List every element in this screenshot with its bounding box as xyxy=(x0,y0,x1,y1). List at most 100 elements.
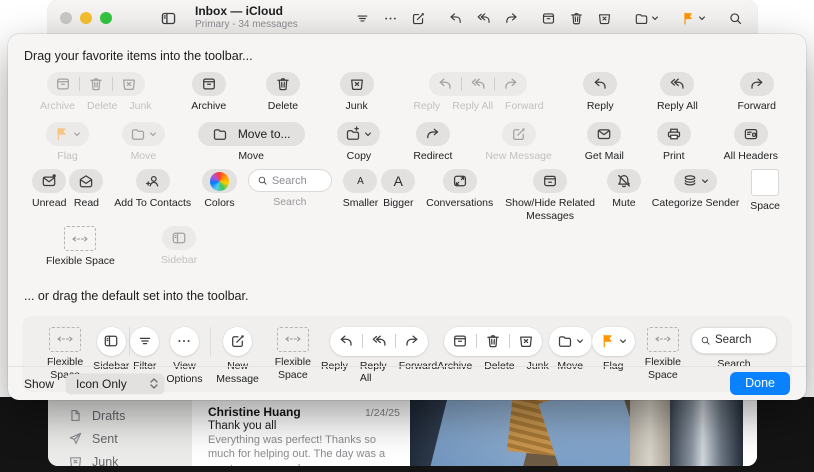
item-label: Junk xyxy=(129,100,151,112)
reply-icon xyxy=(437,76,453,92)
plane-icon xyxy=(68,431,83,446)
sidebar-item-sent[interactable]: Sent xyxy=(48,427,192,450)
folder-icon xyxy=(130,126,146,142)
search-field[interactable]: Search xyxy=(691,327,777,354)
toolbar-item-item[interactable]: ReplyReply AllForward xyxy=(413,72,543,112)
chevron-down-icon xyxy=(619,337,627,345)
reply-all-button[interactable] xyxy=(476,11,491,26)
screenshot-root: Inbox — iCloud Primary - 34 messages Dra… xyxy=(0,0,814,472)
reply-all-icon xyxy=(470,76,486,92)
toolbar-item-search[interactable]: SearchSearch xyxy=(691,327,777,371)
palette-row: UnreadRead Add To Contacts Colors SearchSea… xyxy=(32,169,780,222)
item-pill xyxy=(740,72,774,96)
archive-icon xyxy=(201,76,217,92)
item-pill: A xyxy=(381,169,415,193)
message-preview: Everything was perfect! Thanks so much f… xyxy=(208,433,400,466)
folder-button[interactable] xyxy=(634,11,659,26)
item-pill xyxy=(549,327,592,356)
chevron-down-icon xyxy=(701,177,709,185)
toolbar-item-conversations[interactable]: Conversations xyxy=(426,169,493,210)
item-pill-group xyxy=(429,72,527,96)
toolbar-item-archive[interactable]: Archive xyxy=(191,72,226,113)
toolbar-item-get-mail[interactable]: Get Mail xyxy=(585,122,624,163)
archive-icon xyxy=(452,333,468,349)
item-pill: A xyxy=(343,169,377,193)
archive-button[interactable] xyxy=(541,11,556,26)
search-placeholder: Search xyxy=(715,334,751,346)
item-pill xyxy=(443,169,477,193)
photo-attachment[interactable] xyxy=(410,397,743,466)
show-dropdown[interactable]: Icon Only xyxy=(66,374,164,394)
search-icon xyxy=(700,335,711,346)
unread-icon xyxy=(41,173,57,189)
pill-separator xyxy=(476,334,477,348)
reply-all-icon xyxy=(371,333,387,349)
toolbar-item-read[interactable]: Read xyxy=(69,169,103,210)
toolbar-item-add-to-contacts[interactable]: Add To Contacts xyxy=(114,169,191,210)
more-button[interactable] xyxy=(383,11,398,26)
toolbar-item-flag[interactable]: Flag xyxy=(46,122,89,163)
item-pill-group xyxy=(330,327,428,356)
minimize-button[interactable] xyxy=(80,12,92,24)
flexible-space-box xyxy=(64,226,96,251)
toolbar-item-flexible-space[interactable]: Flexible Space xyxy=(46,226,115,268)
toolbar-item-move[interactable]: Move xyxy=(122,122,165,163)
compose-button[interactable] xyxy=(411,11,426,26)
sidebar-toggle-button[interactable] xyxy=(160,10,177,27)
toolbar-item-redirect[interactable]: Redirect xyxy=(413,122,452,163)
toolbar-item-delete[interactable]: Delete xyxy=(266,72,300,113)
customize-toolbar-sheet: Drag your favorite items into the toolba… xyxy=(8,34,806,400)
toolbar-item-copy[interactable]: Copy xyxy=(337,122,380,163)
toolbar-item-move[interactable]: Move to... Move xyxy=(198,122,305,163)
toolbar-item-search[interactable]: SearchSearch xyxy=(248,169,332,209)
item-pill xyxy=(192,72,226,96)
zoom-button[interactable] xyxy=(100,12,112,24)
flexible-space-box xyxy=(647,327,679,352)
item-pill xyxy=(660,72,694,96)
flag-icon xyxy=(600,333,616,349)
move-to-text: Move to... xyxy=(238,127,291,141)
toolbar-item-sidebar[interactable]: Sidebar xyxy=(161,226,197,267)
mute-icon xyxy=(616,173,632,189)
item-label: New Message xyxy=(485,150,552,163)
toolbar-item-reply-all[interactable]: Reply All xyxy=(657,72,698,113)
toolbar-item-space[interactable]: Space xyxy=(750,169,780,213)
toolbar-item-smaller[interactable]: ASmaller xyxy=(343,169,379,210)
palette-row: ArchiveDeleteJunkArchiveDeleteJunkReplyR… xyxy=(40,72,776,113)
toolbar-item-new-message[interactable]: New Message xyxy=(485,122,552,163)
filter-button[interactable] xyxy=(355,11,370,26)
close-button[interactable] xyxy=(60,12,72,24)
sheet-footer: Show Icon Only Done xyxy=(8,366,806,400)
toolbar-item-mute[interactable]: Mute xyxy=(607,169,641,210)
sidebar-item-junk[interactable]: Junk xyxy=(48,450,192,466)
toolbar-item-item[interactable]: ArchiveDeleteJunk xyxy=(40,72,152,112)
item-label: Move xyxy=(238,150,264,163)
toolbar-item-all-headers[interactable]: All Headers xyxy=(724,122,778,163)
reply-button[interactable] xyxy=(448,11,463,26)
toolbar-item-print[interactable]: Print xyxy=(657,122,691,163)
toolbar-item-show-hide-related-messages[interactable]: Show/Hide Related Messages xyxy=(504,169,596,222)
flexible-space-box xyxy=(277,327,309,352)
toolbar-item-bigger[interactable]: ABigger xyxy=(381,169,415,210)
toolbar-item-unread[interactable]: Unread xyxy=(32,169,66,210)
forward-button[interactable] xyxy=(504,11,519,26)
toolbar-item-forward[interactable]: Forward xyxy=(737,72,776,113)
search-field[interactable]: Search xyxy=(248,169,332,192)
flexible-space-icon xyxy=(70,235,90,243)
toolbar-item-categorize-sender[interactable]: Categorize Sender xyxy=(652,169,740,210)
message-row[interactable]: Christine Huang1/24/25Thank you allEvery… xyxy=(208,405,400,466)
item-pill xyxy=(97,327,126,356)
toolbar-item-junk[interactable]: Junk xyxy=(340,72,374,113)
junk-button[interactable] xyxy=(597,11,612,26)
trash-button[interactable] xyxy=(569,11,584,26)
done-button[interactable]: Done xyxy=(730,372,790,395)
flag-button[interactable] xyxy=(681,11,706,26)
item-pill xyxy=(69,169,103,193)
sidebar-item-drafts[interactable]: Drafts xyxy=(48,404,192,427)
toolbar-item-colors[interactable]: Colors xyxy=(202,169,237,210)
sidebar-item-label: Drafts xyxy=(92,409,125,423)
search-button[interactable] xyxy=(728,11,743,26)
pill-separator xyxy=(395,334,396,348)
toolbar-item-reply[interactable]: Reply xyxy=(583,72,617,113)
item-label: Forward xyxy=(737,100,776,113)
